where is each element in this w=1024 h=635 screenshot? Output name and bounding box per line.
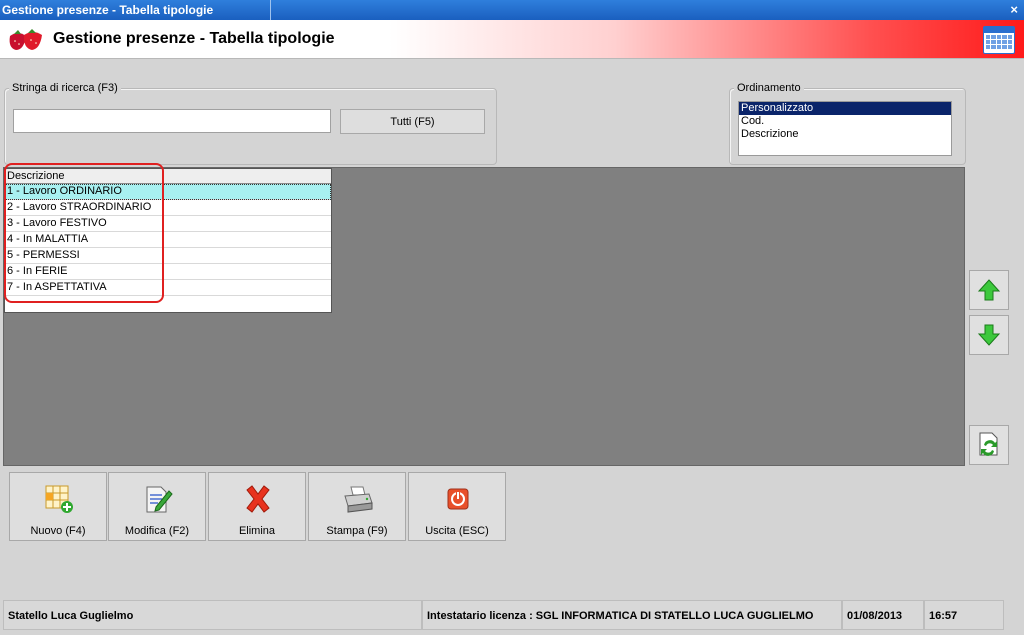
table-row[interactable]: 7 - In ASPETTATIVA [5, 280, 331, 296]
arrow-down-icon [977, 324, 1001, 346]
exit-button[interactable]: Uscita (ESC) [408, 472, 506, 541]
close-icon[interactable]: × [1010, 2, 1018, 17]
edit-document-icon [146, 486, 173, 513]
ordering-option-descrizione[interactable]: Descrizione [739, 128, 951, 141]
window-title-bar[interactable]: Gestione presenze - Tabella tipologie × [0, 0, 1024, 20]
status-user: Statello Luca Guglielmo [3, 600, 422, 630]
ordering-list[interactable]: Personalizzato Cod. Descrizione [738, 101, 952, 156]
table-row[interactable]: 4 - In MALATTIA [5, 232, 331, 248]
types-table[interactable]: Descrizione 1 - Lavoro ORDINARIO 2 - Lav… [4, 168, 332, 313]
ordering-group-label: Ordinamento [734, 82, 804, 94]
app-header: Gestione presenze - Tabella tipologie [0, 20, 1024, 59]
ordering-option-personalizzato[interactable]: Personalizzato [739, 102, 951, 115]
status-date: 01/08/2013 [842, 600, 924, 630]
window-title: Gestione presenze - Tabella tipologie [2, 3, 214, 17]
table-row[interactable]: 2 - Lavoro STRAORDINARIO [5, 200, 331, 216]
edit-button[interactable]: Modifica (F2) [108, 472, 206, 541]
edit-button-label: Modifica (F2) [124, 525, 190, 537]
status-license: Intestatario licenza : SGL INFORMATICA D… [422, 600, 842, 630]
delete-x-icon [246, 485, 270, 513]
arrow-up-icon [977, 279, 1001, 301]
table-add-icon [45, 485, 73, 513]
delete-button-label: Elimina [238, 525, 276, 537]
table-row[interactable]: 3 - Lavoro FESTIVO [5, 216, 331, 232]
table-row[interactable]: 5 - PERMESSI [5, 248, 331, 264]
status-time: 16:57 [924, 600, 1004, 630]
all-button[interactable]: Tutti (F5) [340, 109, 485, 134]
new-button[interactable]: Nuovo (F4) [9, 472, 107, 541]
search-group-label: Stringa di ricerca (F3) [9, 82, 121, 94]
move-down-button[interactable] [969, 315, 1009, 355]
page-title: Gestione presenze - Tabella tipologie [53, 30, 335, 47]
print-button[interactable]: Stampa (F9) [308, 472, 406, 541]
document-refresh-icon [979, 432, 998, 456]
refresh-button[interactable] [969, 425, 1009, 465]
delete-button[interactable]: Elimina [208, 472, 306, 541]
print-button-label: Stampa (F9) [326, 525, 388, 537]
exit-button-label: Uscita (ESC) [425, 525, 489, 537]
strawberry-icon [9, 29, 42, 50]
column-header-descrizione[interactable]: Descrizione [5, 169, 331, 184]
table-row[interactable]: 6 - In FERIE [5, 264, 331, 280]
printer-icon [344, 486, 373, 513]
power-icon [447, 488, 469, 510]
ordering-option-cod[interactable]: Cod. [739, 115, 951, 128]
new-button-label: Nuovo (F4) [30, 525, 86, 537]
calendar-icon[interactable] [983, 26, 1015, 54]
search-input[interactable] [13, 109, 331, 133]
move-up-button[interactable] [969, 270, 1009, 310]
table-row[interactable]: 1 - Lavoro ORDINARIO [5, 184, 331, 200]
